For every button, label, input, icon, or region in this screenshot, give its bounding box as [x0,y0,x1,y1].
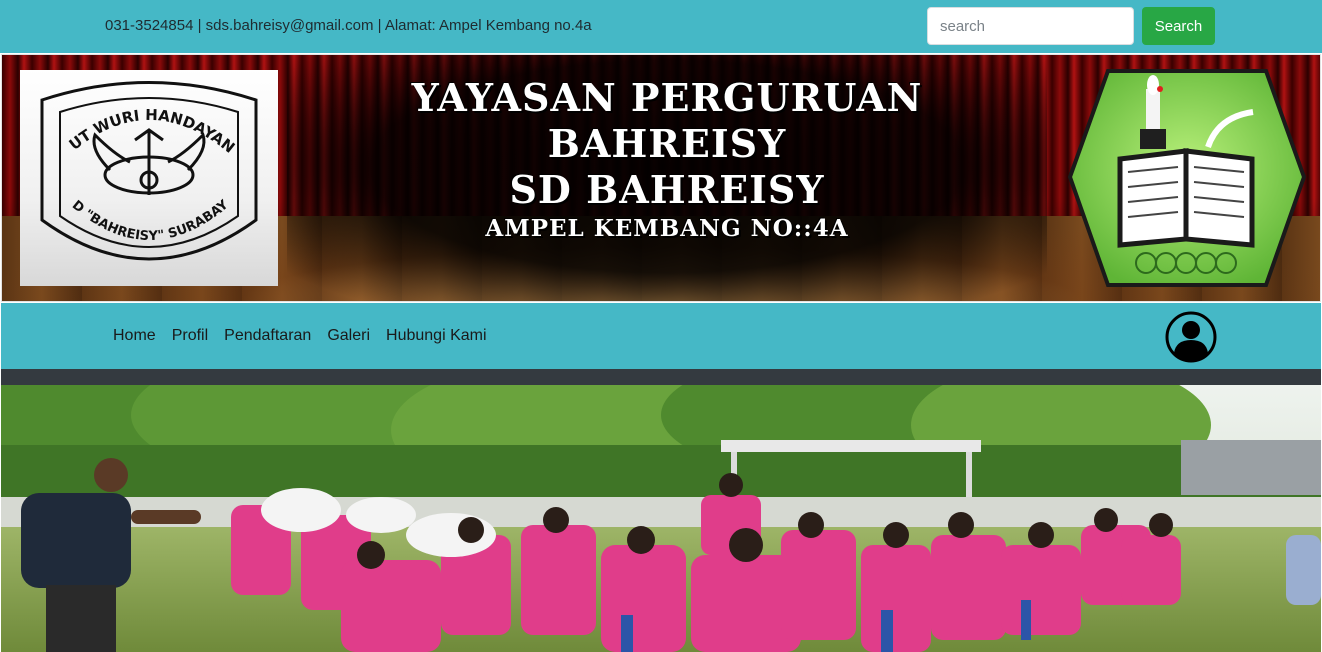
top-info-bar: 031-3524854 | sds.bahreisy@gmail.com | A… [0,0,1322,53]
banner-title-line3: SD BAHREISY [509,167,825,212]
tut-wuri-handayani-logo: TUT WURI HANDAYANI SD "BAHREISY" SURABAY… [15,56,278,286]
banner-title-line2: BAHREISY [547,121,787,166]
banner-address: AMPEL KEMBANG NO::4A [485,215,849,242]
nav-item-galeri[interactable]: Galeri [327,327,370,345]
contact-info: 031-3524854 | sds.bahreisy@gmail.com | A… [105,17,592,34]
search-button[interactable]: Search [1142,7,1215,45]
search-input[interactable] [927,7,1134,45]
nav-divider-strip [1,369,1321,385]
nav-menu: Home Profil Pendaftaran Galeri Hubungi K… [113,327,503,345]
school-book-candle-logo [1067,67,1307,289]
main-navbar: Home Profil Pendaftaran Galeri Hubungi K… [1,303,1321,369]
nav-item-pendaftaran[interactable]: Pendaftaran [224,327,311,345]
nav-item-home[interactable]: Home [113,327,156,345]
header-banner: TUT WURI HANDAYANI SD "BAHREISY" SURABAY… [1,54,1321,302]
hero-photo-students-exercising [1,385,1321,652]
banner-title-line1: YAYASAN PERGURUAN [411,75,923,120]
user-circle-icon[interactable] [1165,311,1217,363]
nav-item-profil[interactable]: Profil [172,327,208,345]
nav-item-hubungi-kami[interactable]: Hubungi Kami [386,327,487,345]
